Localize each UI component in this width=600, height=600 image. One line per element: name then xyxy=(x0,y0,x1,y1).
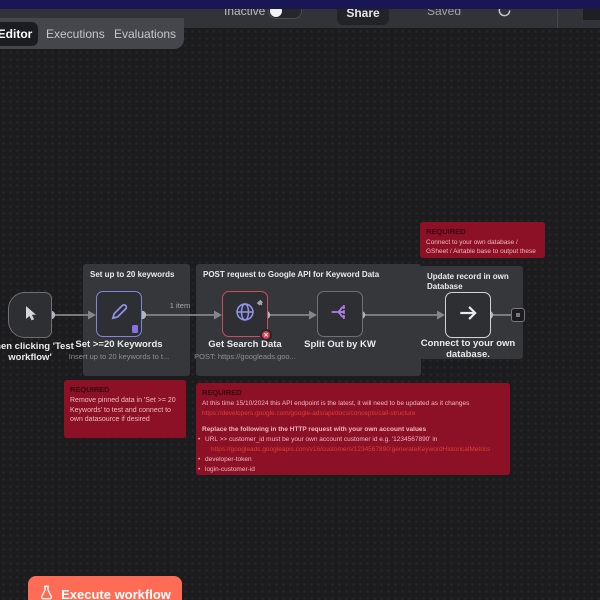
tab-editor[interactable]: Editor xyxy=(0,22,38,46)
connection-items-label: 1 item xyxy=(169,301,191,310)
cursor-icon xyxy=(21,304,39,327)
node-split-out[interactable] xyxy=(317,291,363,337)
window-top-bar xyxy=(0,0,600,9)
split-icon xyxy=(330,302,350,327)
execute-workflow-button[interactable]: Execute workflow xyxy=(28,576,182,600)
flask-icon xyxy=(39,585,54,600)
pencil-icon xyxy=(109,302,129,327)
node-connect-database[interactable] xyxy=(445,292,491,338)
pinned-data-icon xyxy=(132,325,138,333)
globe-icon xyxy=(234,301,256,328)
execute-workflow-label: Execute workflow xyxy=(61,586,171,600)
header-corner-button[interactable] xyxy=(583,9,600,20)
open-output-endpoint[interactable] xyxy=(511,308,525,322)
editor-tabbar: Editor Executions Evaluations xyxy=(0,18,184,49)
node-label: Set >=20 Keywords xyxy=(75,339,163,350)
node-sublabel: POST: https://googleads.goo... xyxy=(194,352,296,361)
node-label: Split Out by KW xyxy=(304,339,376,350)
node-sublabel: Insert up to 20 keywords to t... xyxy=(68,352,170,361)
node-label: Connect to your own database. xyxy=(420,338,516,360)
endpoint-dot-icon xyxy=(516,313,520,317)
tab-executions[interactable]: Executions xyxy=(46,27,105,41)
node-http-request[interactable]: ✕ xyxy=(222,291,272,341)
pin-icon xyxy=(256,294,264,312)
tab-evaluations[interactable]: Evaluations xyxy=(114,27,176,41)
arrow-right-icon xyxy=(457,302,479,329)
connections-layer xyxy=(46,310,511,320)
node-manual-trigger[interactable] xyxy=(8,292,52,338)
node-set-keywords[interactable] xyxy=(96,291,142,337)
header-divider xyxy=(557,9,558,28)
